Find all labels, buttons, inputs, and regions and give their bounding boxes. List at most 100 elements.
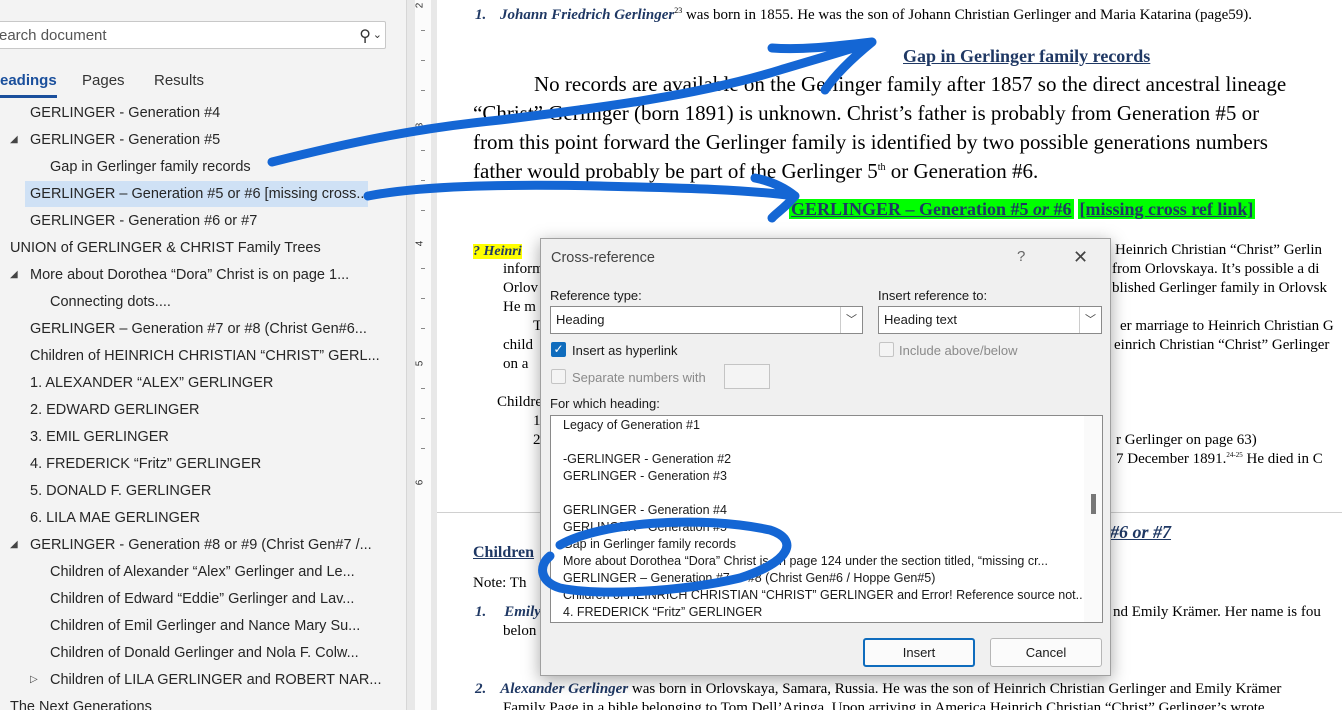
nav-heading-item[interactable]: Gap in Gerlinger family records xyxy=(50,154,400,180)
doc-text-fragment: Orlov xyxy=(503,280,538,296)
collapse-triangle-icon[interactable]: ◢ xyxy=(10,127,18,153)
doc-text-fragment: Note: Th xyxy=(473,575,527,591)
doc-text-fragment: from Orlovskaya. It’s possible a di xyxy=(1112,261,1320,277)
ruler-number: 4 xyxy=(414,240,426,247)
navigation-pane: earch document ⚲ ⌄ eadings Pages Results… xyxy=(0,0,407,710)
search-document-input[interactable]: earch document ⚲ ⌄ xyxy=(0,21,386,49)
search-options-chevron-icon[interactable]: ⌄ xyxy=(373,28,382,41)
insert-as-hyperlink-checkbox[interactable]: ✓ xyxy=(551,342,566,357)
nav-heading-label: Children of Donald Gerlinger and Nola F.… xyxy=(50,645,359,661)
nav-heading-item[interactable]: 4. FREDERICK “Fritz” GERLINGER xyxy=(30,451,400,477)
nav-heading-item[interactable]: GERLINGER - Generation #6 or #7 xyxy=(30,208,400,234)
doc-text-fragment: 2. Alexander Gerlinger was born in Orlovs… xyxy=(475,681,1282,697)
cancel-button[interactable]: Cancel xyxy=(990,638,1102,667)
tab-pages[interactable]: Pages xyxy=(82,72,125,98)
doc-text-fragment: r Gerlinger on page 63) xyxy=(1116,432,1257,448)
nav-heading-item[interactable]: 5. DONALD F. GERLINGER xyxy=(30,478,400,504)
ruler-number: 3 xyxy=(414,122,426,129)
heading-list-item[interactable]: Gap in Gerlinger family records xyxy=(563,537,1083,551)
nav-heading-label: Connecting dots.... xyxy=(50,294,171,310)
separator-input[interactable] xyxy=(724,364,770,389)
nav-heading-label: The Next Generations xyxy=(10,699,152,710)
heading-list-item[interactable]: GERLINGER - Generation #4 xyxy=(563,503,1083,517)
gap-heading[interactable]: Gap in Gerlinger family records xyxy=(903,46,1150,67)
include-above-below-label[interactable]: Include above/below xyxy=(899,343,1018,358)
nav-heading-label: Children of Emil Gerlinger and Nance Mar… xyxy=(50,618,361,634)
cross-reference-dialog: Cross-reference ? ✕ Reference type: Head… xyxy=(540,238,1111,676)
nav-heading-item[interactable]: Children of Donald Gerlinger and Nola F.… xyxy=(50,640,400,666)
tab-headings[interactable]: eadings xyxy=(0,72,57,98)
close-icon[interactable]: ✕ xyxy=(1073,247,1088,268)
nav-heading-item[interactable]: Children of Alexander “Alex” Gerlinger a… xyxy=(50,559,400,585)
nav-heading-label: More about Dorothea “Dora” Christ is on … xyxy=(30,267,350,283)
insert-as-hyperlink-label[interactable]: Insert as hyperlink xyxy=(572,343,678,358)
reference-type-select[interactable]: Heading ﹀ xyxy=(550,306,863,334)
nav-heading-item[interactable]: 3. EMIL GERLINGER xyxy=(30,424,400,450)
doc-text-fragment: on a xyxy=(503,356,529,372)
heading-list-item[interactable]: GERLINGER - Generation #5 xyxy=(563,520,1083,534)
separate-numbers-label[interactable]: Separate numbers with xyxy=(572,370,706,385)
insert-reference-select[interactable]: Heading text ﹀ xyxy=(878,306,1102,334)
nav-heading-item[interactable]: 2. EDWARD GERLINGER xyxy=(30,397,400,423)
heading-list-item[interactable]: More about Dorothea “Dora” Christ is on … xyxy=(563,554,1083,568)
yellow-question-marker: ? Heinri xyxy=(473,244,522,259)
doc-text-fragment: He m xyxy=(503,299,536,315)
heading-list[interactable]: Legacy of Generation #1 -GERLINGER - Gen… xyxy=(550,415,1103,623)
scrollbar-thumb[interactable] xyxy=(1091,494,1096,514)
green-highlighted-heading[interactable]: GERLINGER – Generation #5 or #6 [missing… xyxy=(789,199,1256,220)
help-icon[interactable]: ? xyxy=(1017,248,1025,265)
nav-heading-item[interactable]: UNION of GERLINGER & CHRIST Family Trees xyxy=(10,235,400,261)
nav-heading-item[interactable]: 1. ALEXANDER “ALEX” GERLINGER xyxy=(30,370,400,396)
ruler-number: 6 xyxy=(414,479,426,486)
doc-text-fragment: Heinrich Christian “Christ” Gerlin xyxy=(1115,242,1323,258)
which-heading-label: For which heading: xyxy=(550,396,660,411)
heading-list-item[interactable]: Children of HEINRICH CHRISTIAN “CHRIST” … xyxy=(563,588,1083,602)
ruler-number: 5 xyxy=(414,360,426,367)
nav-heading-label: Children of Alexander “Alex” Gerlinger a… xyxy=(50,564,355,580)
nav-heading-label: UNION of GERLINGER & CHRIST Family Trees xyxy=(10,240,321,256)
heading-list-scrollbar[interactable] xyxy=(1084,416,1102,622)
vertical-ruler[interactable]: 2 3 4 5 6 xyxy=(407,0,437,710)
insert-button[interactable]: Insert xyxy=(863,638,975,667)
nav-heading-item-selected[interactable]: GERLINGER – Generation #5 or #6 [missing… xyxy=(25,181,368,207)
nav-heading-label: Children of Edward “Eddie” Gerlinger and… xyxy=(50,591,355,607)
nav-heading-item[interactable]: The Next Generations xyxy=(10,694,400,710)
doc-text-fragment: nd Emily Krämer. Her name is fou xyxy=(1113,604,1321,620)
ruler-tick xyxy=(421,60,425,61)
nav-heading-item[interactable]: ◢ GERLINGER - Generation #5 xyxy=(10,127,400,153)
chevron-down-icon[interactable]: ﹀ xyxy=(840,307,862,333)
include-above-below-checkbox[interactable] xyxy=(879,342,894,357)
nav-heading-item[interactable]: Children of Emil Gerlinger and Nance Mar… xyxy=(50,613,400,639)
nav-heading-label: GERLINGER - Generation #8 or #9 (Christ … xyxy=(30,537,372,553)
expand-triangle-icon[interactable]: ▷ xyxy=(30,667,38,693)
nav-heading-item[interactable]: ▷ Children of LILA GERLINGER and ROBERT N… xyxy=(30,667,400,693)
nav-heading-item[interactable]: ◢ GERLINGER - Generation #8 or #9 (Christ… xyxy=(10,532,390,558)
nav-heading-label: GERLINGER - Generation #6 or #7 xyxy=(30,213,258,229)
doc-paragraph-line: from this point forward the Gerlinger fa… xyxy=(473,130,1268,154)
nav-heading-item[interactable]: Children of Edward “Eddie” Gerlinger and… xyxy=(50,586,400,612)
separate-numbers-checkbox[interactable] xyxy=(551,369,566,384)
collapse-triangle-icon[interactable]: ◢ xyxy=(10,262,18,288)
nav-heading-item[interactable]: 6. LILA MAE GERLINGER xyxy=(30,505,400,531)
doc-text-fragment: 7 December 1891.24-25 He died in C xyxy=(1116,451,1323,467)
heading-list-item[interactable]: -GERLINGER - Generation #2 xyxy=(563,452,1083,466)
nav-heading-item[interactable]: Children of HEINRICH CHRISTIAN “CHRIST” … xyxy=(30,343,400,369)
nav-tabs: eadings Pages Results xyxy=(0,72,400,98)
ruler-tick xyxy=(421,180,425,181)
nav-heading-item[interactable]: ◢ More about Dorothea “Dora” Christ is on… xyxy=(10,262,390,288)
heading-list-item[interactable]: Legacy of Generation #1 xyxy=(563,418,1083,432)
nav-heading-item[interactable]: GERLINGER – Generation #7 or #8 (Christ … xyxy=(30,316,400,342)
tab-results[interactable]: Results xyxy=(154,72,204,98)
nav-heading-item[interactable]: Connecting dots.... xyxy=(50,289,400,315)
nav-heading-label: GERLINGER – Generation #5 or #6 [missing… xyxy=(30,186,368,202)
search-icon[interactable]: ⚲ xyxy=(359,26,371,46)
heading-list-item[interactable]: 4. FREDERICK “Fritz” GERLINGER xyxy=(563,605,1083,619)
heading-list-item[interactable]: GERLINGER - Generation #3 xyxy=(563,469,1083,483)
ruler-tick xyxy=(421,448,425,449)
doc-paragraph-line: No records are available on the Gerlinge… xyxy=(534,72,1287,96)
nav-heading-item[interactable]: GERLINGER - Generation #4 xyxy=(30,100,400,126)
collapse-triangle-icon[interactable]: ◢ xyxy=(10,532,18,558)
heading-list-item[interactable]: GERLINGER – Generation #7 or #8 (Christ … xyxy=(563,571,1083,585)
doc-text-fragment: er marriage to Heinrich Christian G xyxy=(1120,318,1334,334)
chevron-down-icon[interactable]: ﹀ xyxy=(1079,307,1101,333)
